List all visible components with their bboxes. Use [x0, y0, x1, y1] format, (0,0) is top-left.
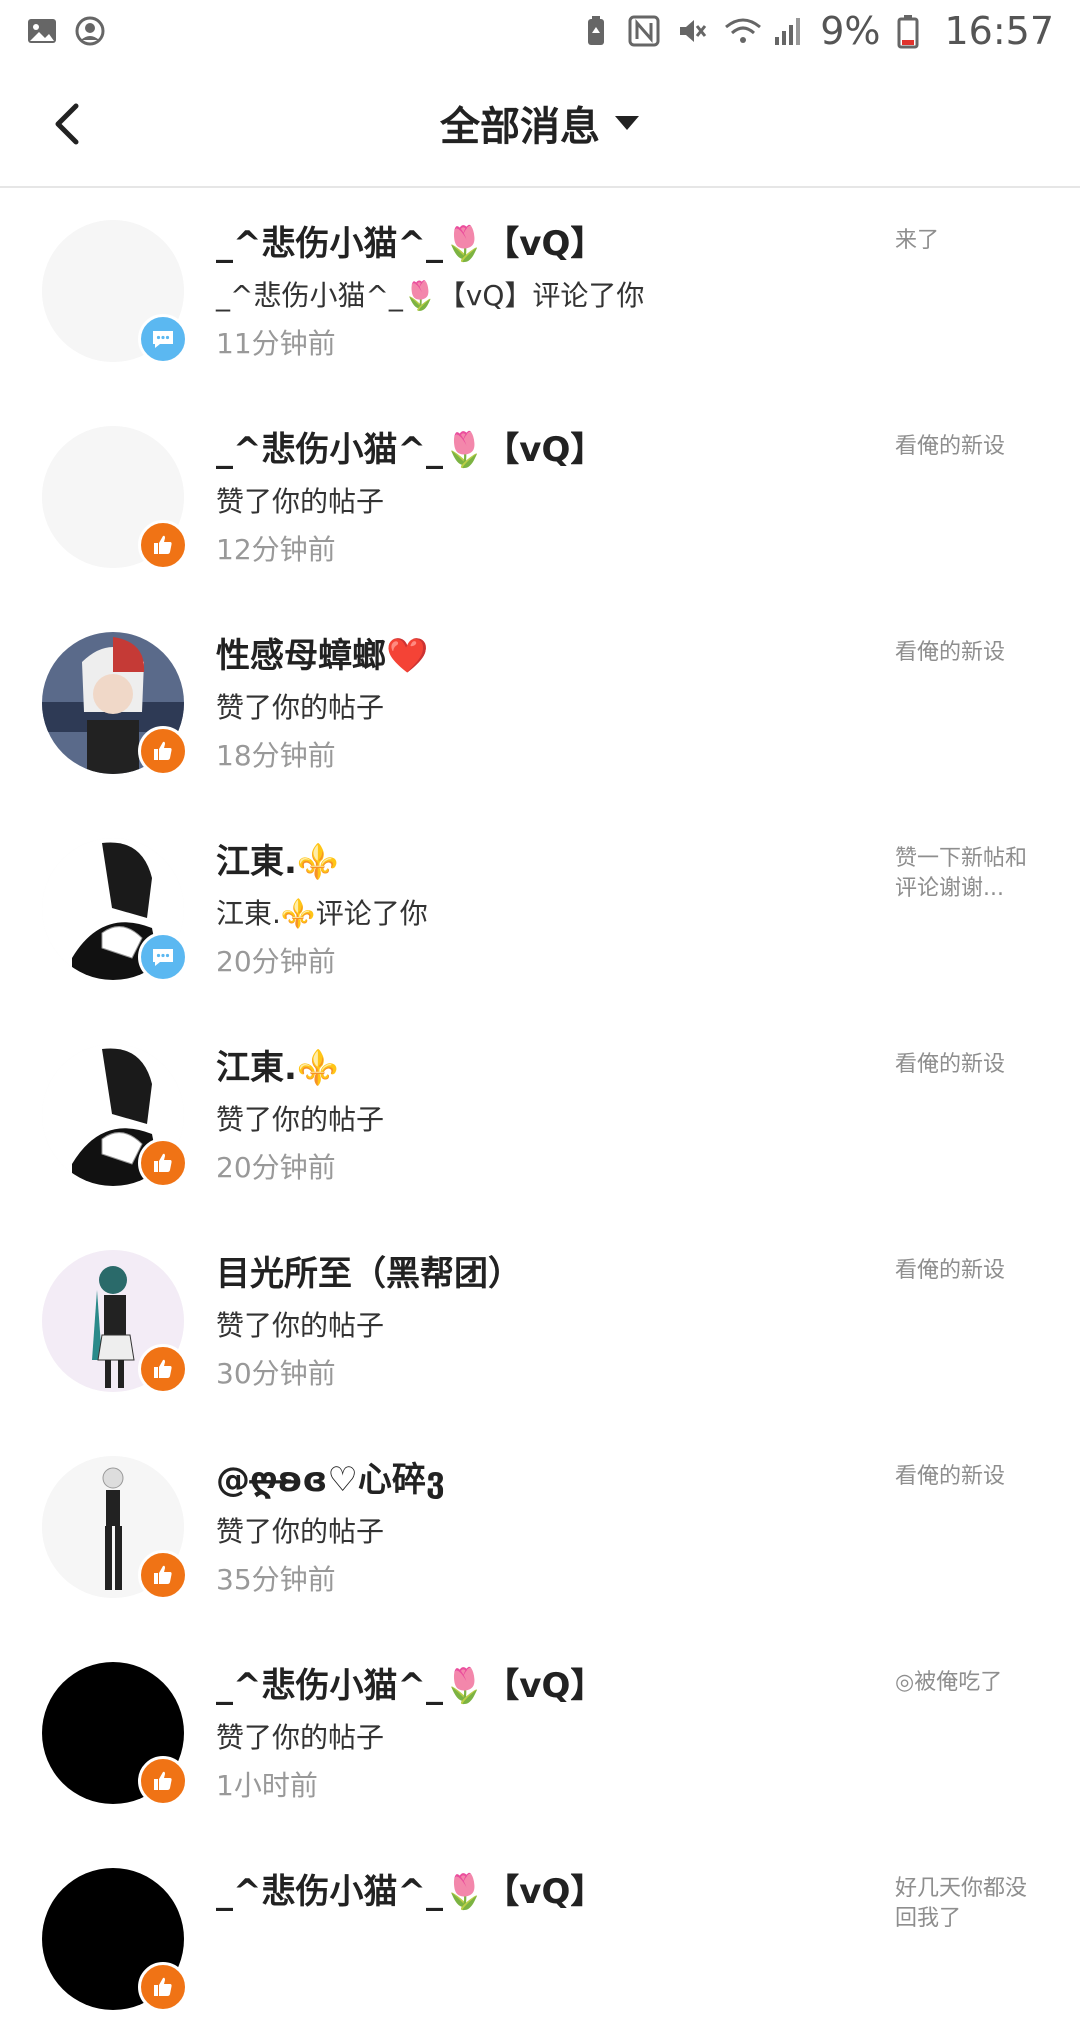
comment-icon: [153, 949, 173, 966]
timestamp: 20分钟前: [216, 945, 336, 978]
timestamp: 30分钟前: [216, 1357, 336, 1390]
account-icon: [74, 15, 106, 47]
comment-badge: [138, 314, 188, 364]
username[interactable]: 江東.⚜️: [216, 1040, 339, 1089]
action-text: 赞了你的帖子: [216, 485, 385, 518]
notification-row[interactable]: 性感母蟑螂❤️ 赞了你的帖子 18分钟前 看俺的新设: [0, 600, 1080, 806]
thumbs-up-icon: [154, 1771, 172, 1790]
username[interactable]: 江東.⚜️: [216, 834, 339, 883]
wifi-icon: [724, 15, 762, 47]
status-bar: 9% 16:57: [0, 0, 1080, 62]
action-text: 赞了你的帖子: [216, 1309, 385, 1342]
thumbs-up-icon: [154, 1977, 172, 1996]
header: 全部消息: [0, 62, 1080, 188]
battery-saver-icon: [580, 15, 612, 47]
timestamp: 1小时前: [216, 1769, 318, 1802]
username[interactable]: @ღ̶̶ʚ̶ɞ♡心碎ვ: [216, 1452, 445, 1501]
username[interactable]: _^悲伤小猫^_🌷【vQ】: [216, 1658, 604, 1707]
like-badge: [138, 1138, 188, 1188]
battery-percent: 9%: [820, 9, 881, 53]
mute-icon: [676, 15, 708, 47]
notification-row[interactable]: _^悲伤小猫^_🌷【vQ】 _^悲伤小猫^_🌷【vQ】评论了你 11分钟前 来了: [0, 188, 1080, 394]
title-dropdown[interactable]: 全部消息: [0, 94, 1080, 152]
comment-icon: [153, 331, 173, 348]
thumbs-up-icon: [154, 535, 172, 554]
username[interactable]: _^悲伤小猫^_🌷【vQ】: [216, 422, 604, 471]
like-badge: [138, 1756, 188, 1806]
notification-row[interactable]: _^悲伤小猫^_🌷【vQ】 好几天你都没回我了: [0, 1836, 1080, 2042]
page-title: 全部消息: [440, 104, 600, 150]
timestamp: 11分钟前: [216, 327, 336, 360]
notification-row[interactable]: 目光所至（黑帮团） 赞了你的帖子 30分钟前 看俺的新设: [0, 1218, 1080, 1424]
like-badge: [138, 726, 188, 776]
notification-row[interactable]: 江東.⚜️ 江東.⚜️评论了你 20分钟前 赞一下新帖和评论谢谢...: [0, 806, 1080, 1012]
post-snippet[interactable]: ◎被俺吃了: [895, 1668, 1035, 1698]
timestamp: 12分钟前: [216, 533, 336, 566]
username[interactable]: 目光所至（黑帮团）: [216, 1246, 522, 1295]
post-snippet[interactable]: 看俺的新设: [895, 1256, 1035, 1286]
username[interactable]: _^悲伤小猫^_🌷【vQ】: [216, 1864, 604, 1913]
username[interactable]: _^悲伤小猫^_🌷【vQ】: [216, 216, 604, 265]
dropdown-triangle-icon: [615, 116, 639, 130]
thumbs-up-icon: [154, 741, 172, 760]
notification-row[interactable]: 江東.⚜️ 赞了你的帖子 20分钟前 看俺的新设: [0, 1012, 1080, 1218]
post-snippet[interactable]: 看俺的新设: [895, 1462, 1035, 1492]
notification-row[interactable]: _^悲伤小猫^_🌷【vQ】赞了你的帖子 12分钟前 看俺的新设: [0, 394, 1080, 600]
post-snippet[interactable]: 来了: [895, 226, 1035, 256]
post-snippet[interactable]: 赞一下新帖和评论谢谢...: [895, 844, 1035, 904]
clock: 16:57: [944, 9, 1054, 53]
action-text: 赞了你的帖子: [216, 1515, 385, 1548]
post-snippet[interactable]: 看俺的新设: [895, 1050, 1035, 1080]
action-text: 江東.⚜️评论了你: [216, 897, 428, 930]
thumbs-up-icon: [154, 1153, 172, 1172]
notification-list: _^悲伤小猫^_🌷【vQ】 _^悲伤小猫^_🌷【vQ】评论了你 11分钟前 来了 _^悲…: [0, 188, 1080, 2042]
post-snippet[interactable]: 好几天你都没回我了: [895, 1874, 1035, 1934]
thumbs-up-icon: [154, 1565, 172, 1584]
post-snippet[interactable]: 看俺的新设: [895, 432, 1035, 462]
nfc-icon: [628, 15, 660, 47]
battery-icon: [896, 15, 928, 49]
like-badge: [138, 1550, 188, 1600]
username[interactable]: 性感母蟑螂❤️: [216, 628, 428, 677]
post-snippet[interactable]: 看俺的新设: [895, 638, 1035, 668]
timestamp: 18分钟前: [216, 739, 336, 772]
notification-row[interactable]: _^悲伤小猫^_🌷【vQ】赞了你的帖子 1小时前 ◎被俺吃了: [0, 1630, 1080, 1836]
image-icon: [26, 15, 58, 47]
action-text: _^悲伤小猫^_🌷【vQ】评论了你: [216, 279, 645, 312]
like-badge: [138, 520, 188, 570]
thumbs-up-icon: [154, 1359, 172, 1378]
signal-icon: [772, 15, 804, 47]
notification-row[interactable]: @ღ̶̶ʚ̶ɞ♡心碎ვ 赞了你的帖子 35分钟前 看俺的新设: [0, 1424, 1080, 1630]
comment-badge: [138, 932, 188, 982]
action-text: 赞了你的帖子: [216, 691, 385, 724]
action-text: 赞了你的帖子: [216, 1103, 385, 1136]
timestamp: 35分钟前: [216, 1563, 336, 1596]
action-text: 赞了你的帖子: [216, 1721, 385, 1754]
like-badge: [138, 1962, 188, 2012]
timestamp: 20分钟前: [216, 1151, 336, 1184]
like-badge: [138, 1344, 188, 1394]
